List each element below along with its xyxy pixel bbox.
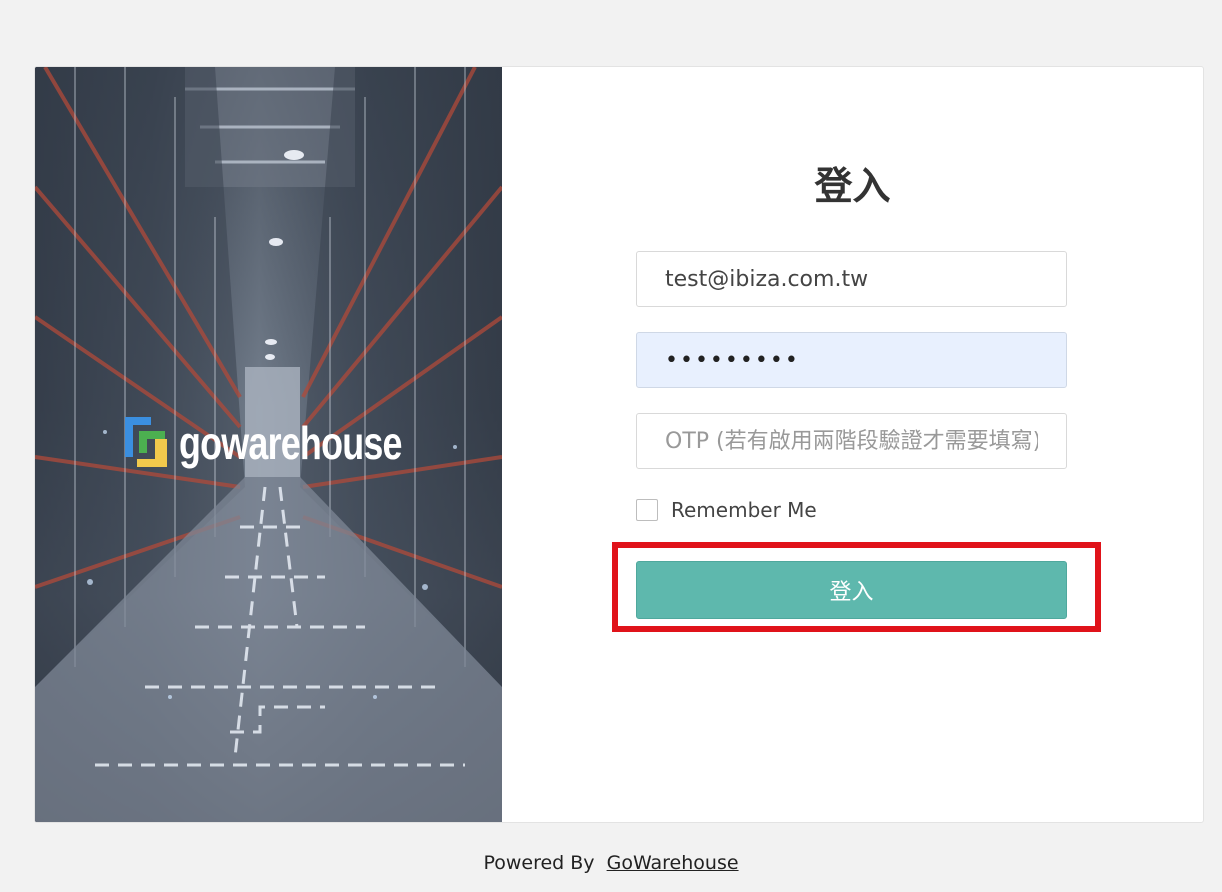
login-button[interactable]: 登入 [636, 561, 1067, 619]
powered-by-text: Powered By [483, 852, 595, 874]
gowarehouse-logo: gowarehouse [125, 417, 465, 469]
remember-me-label: Remember Me [671, 498, 817, 522]
page-title: 登入 [814, 164, 891, 208]
login-form: 登入 Remember Me 登入 [502, 67, 1203, 822]
footer: Powered By GoWarehouse [0, 852, 1222, 874]
email-field[interactable] [636, 251, 1067, 307]
otp-field[interactable] [636, 413, 1067, 469]
password-field[interactable] [636, 332, 1067, 388]
login-card: gowarehouse 登入 Remember Me 登入 [34, 66, 1204, 823]
remember-me[interactable]: Remember Me [636, 498, 817, 522]
remember-me-checkbox[interactable] [636, 499, 658, 521]
logo-mark-icon [125, 417, 169, 469]
warehouse-hero-image: gowarehouse [35, 67, 502, 822]
logo-wordmark: gowarehouse [179, 417, 402, 469]
gowarehouse-link[interactable]: GoWarehouse [607, 852, 739, 874]
